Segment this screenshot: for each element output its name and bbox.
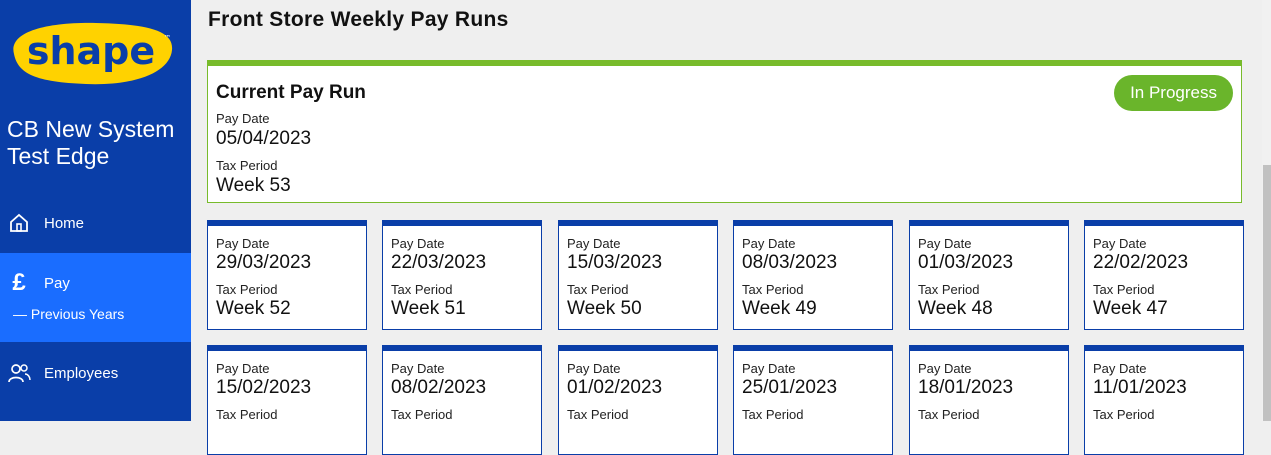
tax-period-label: Tax Period bbox=[918, 407, 980, 422]
current-pay-run-card[interactable]: Current Pay Run In Progress Pay Date 05/… bbox=[207, 60, 1242, 203]
pay-run-card[interactable]: Pay Date 08/03/2023 Tax Period Week 49 bbox=[733, 220, 893, 330]
nav-employees-label: Employees bbox=[44, 364, 119, 382]
pay-date-value: 22/03/2023 bbox=[391, 252, 487, 273]
pay-date-label: Pay Date bbox=[216, 111, 270, 126]
tax-period-label: Tax Period bbox=[567, 407, 629, 422]
status-badge: In Progress bbox=[1114, 75, 1233, 111]
tax-period-value: Week 53 bbox=[216, 175, 291, 196]
nav-pay-label: Pay bbox=[44, 274, 70, 292]
pay-run-card[interactable]: Pay Date 15/03/2023 Tax Period Week 50 bbox=[558, 220, 718, 330]
pay-date-value: 05/04/2023 bbox=[216, 128, 312, 149]
pay-date-label: Pay Date bbox=[567, 236, 621, 251]
pound-icon: £ bbox=[12, 269, 26, 296]
pay-date-label: Pay Date bbox=[216, 236, 270, 251]
main-content: Front Store Weekly Pay Runs Current Pay … bbox=[191, 0, 1262, 455]
logo-text: shape bbox=[27, 29, 155, 73]
pay-date-label: Pay Date bbox=[918, 361, 972, 376]
tax-period-label: Tax Period bbox=[918, 282, 980, 297]
shape-logo[interactable]: shape ™ bbox=[6, 20, 176, 90]
pay-date-value: 01/03/2023 bbox=[918, 252, 1014, 273]
tax-period-label: Tax Period bbox=[391, 282, 453, 297]
trademark-mark: ™ bbox=[164, 34, 171, 42]
pay-date-value: 22/02/2023 bbox=[1093, 252, 1189, 273]
tax-period-label: Tax Period bbox=[216, 282, 278, 297]
pay-date-label: Pay Date bbox=[567, 361, 621, 376]
pay-date-value: 25/01/2023 bbox=[742, 377, 838, 398]
page-title: Front Store Weekly Pay Runs bbox=[208, 8, 509, 31]
tax-period-label: Tax Period bbox=[742, 407, 804, 422]
pay-date-value: 29/03/2023 bbox=[216, 252, 312, 273]
pay-date-value: 08/03/2023 bbox=[742, 252, 838, 273]
nav-previous-years[interactable]: — Previous Years bbox=[13, 306, 124, 322]
pay-run-card[interactable]: Pay Date 18/01/2023 Tax Period bbox=[909, 345, 1069, 455]
sidebar: shape ™ CB New System Test Edge Home £ P… bbox=[0, 0, 191, 421]
nav-home[interactable]: Home bbox=[0, 208, 191, 238]
pay-date-value: 11/01/2023 bbox=[1093, 377, 1187, 398]
pay-run-card[interactable]: Pay Date 22/02/2023 Tax Period Week 47 bbox=[1084, 220, 1244, 330]
pay-run-card[interactable]: Pay Date 29/03/2023 Tax Period Week 52 bbox=[207, 220, 367, 330]
nav-pay[interactable]: £ Pay bbox=[0, 268, 191, 298]
scrollbar-thumb[interactable] bbox=[1263, 165, 1271, 421]
pay-date-value: 18/01/2023 bbox=[918, 377, 1014, 398]
pay-run-card[interactable]: Pay Date 15/02/2023 Tax Period bbox=[207, 345, 367, 455]
pay-date-label: Pay Date bbox=[918, 236, 972, 251]
tax-period-label: Tax Period bbox=[391, 407, 453, 422]
tax-period-label: Tax Period bbox=[742, 282, 804, 297]
home-icon bbox=[7, 211, 31, 235]
pay-run-card[interactable]: Pay Date 01/02/2023 Tax Period bbox=[558, 345, 718, 455]
tax-period-label: Tax Period bbox=[216, 407, 278, 422]
pay-date-label: Pay Date bbox=[391, 361, 445, 376]
pay-date-value: 15/03/2023 bbox=[567, 252, 663, 273]
people-icon bbox=[7, 361, 31, 385]
tax-period-value: Week 52 bbox=[216, 298, 291, 319]
company-name: CB New System Test Edge bbox=[7, 116, 175, 169]
pay-run-card[interactable]: Pay Date 01/03/2023 Tax Period Week 48 bbox=[909, 220, 1069, 330]
nav-employees[interactable]: Employees bbox=[0, 358, 191, 388]
pay-run-card[interactable]: Pay Date 08/02/2023 Tax Period bbox=[382, 345, 542, 455]
pay-run-card[interactable]: Pay Date 25/01/2023 Tax Period bbox=[733, 345, 893, 455]
pay-date-label: Pay Date bbox=[742, 236, 796, 251]
tax-period-value: Week 48 bbox=[918, 298, 993, 319]
pay-date-label: Pay Date bbox=[1093, 361, 1147, 376]
pay-date-label: Pay Date bbox=[1093, 236, 1147, 251]
current-pay-run-heading: Current Pay Run bbox=[216, 82, 366, 103]
pay-run-card[interactable]: Pay Date 11/01/2023 Tax Period bbox=[1084, 345, 1244, 455]
tax-period-value: Week 49 bbox=[742, 298, 817, 319]
nav-home-label: Home bbox=[44, 214, 85, 232]
tax-period-value: Week 50 bbox=[567, 298, 642, 319]
pay-run-card[interactable]: Pay Date 22/03/2023 Tax Period Week 51 bbox=[382, 220, 542, 330]
tax-period-label: Tax Period bbox=[1093, 407, 1155, 422]
tax-period-label: Tax Period bbox=[567, 282, 629, 297]
pay-date-label: Pay Date bbox=[391, 236, 445, 251]
tax-period-value: Week 47 bbox=[1093, 298, 1168, 319]
pay-date-value: 08/02/2023 bbox=[391, 377, 487, 398]
pay-date-value: 01/02/2023 bbox=[567, 377, 663, 398]
tax-period-value: Week 51 bbox=[391, 298, 466, 319]
pay-date-label: Pay Date bbox=[742, 361, 796, 376]
pay-date-value: 15/02/2023 bbox=[216, 377, 312, 398]
pay-date-label: Pay Date bbox=[216, 361, 270, 376]
tax-period-label: Tax Period bbox=[216, 158, 278, 173]
tax-period-label: Tax Period bbox=[1093, 282, 1155, 297]
